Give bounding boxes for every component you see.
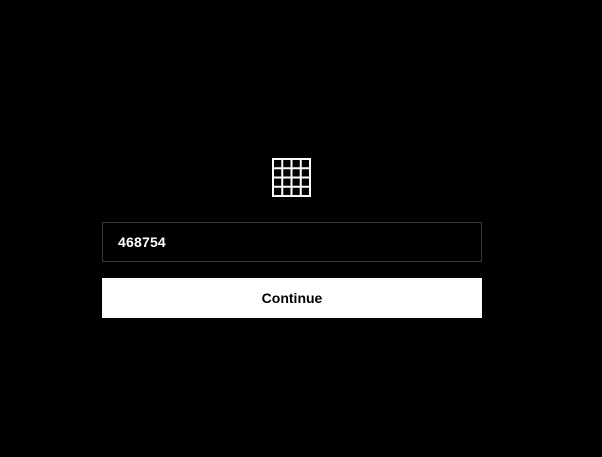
login-screen: Continue bbox=[0, 0, 602, 457]
code-input[interactable] bbox=[102, 222, 482, 262]
continue-button[interactable]: Continue bbox=[102, 278, 482, 318]
grid-icon bbox=[272, 158, 311, 197]
